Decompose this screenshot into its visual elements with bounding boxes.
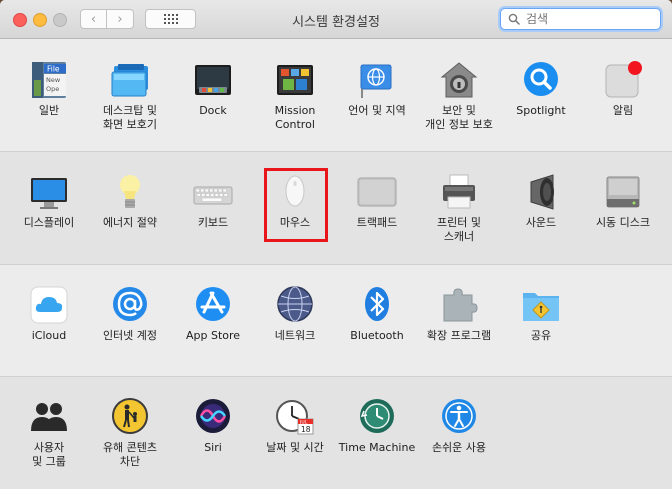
svg-text:18: 18	[301, 425, 311, 434]
keyboard-icon	[193, 172, 233, 212]
pane-siri[interactable]: Siri	[172, 397, 254, 455]
pane-label: Bluetooth	[350, 329, 404, 342]
pane-date-time[interactable]: JUL 18 날짜 및 시간	[254, 397, 336, 455]
pane-users-groups[interactable]: 사용자 및 그룹	[8, 397, 90, 469]
pane-internet-accounts[interactable]: 인터넷 계정	[89, 285, 171, 343]
pane-time-machine[interactable]: Time Machine	[336, 397, 418, 455]
pane-startup-disk[interactable]: 시동 디스크	[582, 172, 664, 230]
pane-label: 사운드	[525, 216, 557, 229]
pane-security-privacy[interactable]: 보안 및 개인 정보 보호	[418, 60, 500, 132]
pane-label: 키보드	[197, 216, 229, 229]
pane-bluetooth[interactable]: Bluetooth	[336, 285, 418, 343]
svg-text:File: File	[47, 65, 60, 74]
accessibility-icon	[439, 397, 479, 437]
pane-label: 프린터 및 스캐너	[437, 216, 481, 243]
bluetooth-icon	[357, 285, 397, 325]
pane-label: 사용자 및 그룹	[32, 441, 66, 468]
title-bar: ‹ › 시스템 환경설정	[0, 0, 672, 39]
hard-disk-icon	[603, 172, 643, 212]
pane-label: 트랙패드	[356, 216, 398, 229]
pane-label: Spotlight	[516, 104, 566, 117]
siri-icon	[193, 397, 233, 437]
pane-mission-control[interactable]: Mission Control	[254, 60, 336, 132]
pane-network[interactable]: 네트워크	[254, 285, 336, 343]
at-sign-icon	[110, 285, 150, 325]
pane-printers-scanners[interactable]: 프린터 및 스캐너	[418, 172, 500, 244]
pane-label: Dock	[199, 104, 227, 117]
pane-label: 언어 및 지역	[348, 104, 406, 117]
selection-highlight	[264, 168, 328, 242]
sharing-folder-icon	[521, 285, 561, 325]
pane-notifications[interactable]: 알림	[582, 60, 664, 118]
pane-energy-saver[interactable]: 에너지 절약	[89, 172, 171, 230]
pane-sharing[interactable]: 공유	[500, 285, 582, 343]
pane-label: 시동 디스크	[595, 216, 651, 229]
search-input[interactable]	[524, 11, 648, 27]
pane-label: 알림	[612, 104, 634, 117]
system-preferences-window: ‹ › 시스템 환경설정 Fi	[0, 0, 672, 489]
pane-label: 일반	[38, 104, 60, 117]
pane-label: Mission Control	[274, 104, 316, 131]
pane-label: 확장 프로그램	[426, 329, 492, 342]
search-icon	[508, 13, 520, 25]
clock-calendar-icon: JUL 18	[275, 397, 315, 437]
printer-icon	[439, 172, 479, 212]
house-lock-icon	[439, 60, 479, 100]
pane-label: 유해 콘텐츠 차단	[102, 441, 158, 468]
general-icon: File New Ope	[29, 60, 69, 100]
globe-flag-icon	[357, 60, 397, 100]
puzzle-icon	[439, 285, 479, 325]
spotlight-icon	[521, 60, 561, 100]
icloud-icon	[29, 285, 69, 325]
pane-displays[interactable]: 디스플레이	[8, 172, 90, 230]
notifications-icon	[603, 60, 643, 100]
pane-sound[interactable]: 사운드	[500, 172, 582, 230]
pane-language-region[interactable]: 언어 및 지역	[336, 60, 418, 118]
dock-icon	[193, 60, 233, 100]
pane-label: Siri	[204, 441, 222, 454]
pane-label: 보안 및 개인 정보 보호	[425, 104, 493, 131]
pane-desktop-screensaver[interactable]: 데스크탑 및 화면 보호기	[89, 60, 171, 132]
pane-label: 데스크탑 및 화면 보호기	[102, 104, 158, 131]
pane-label: 네트워크	[274, 329, 316, 342]
pane-keyboard[interactable]: 키보드	[172, 172, 254, 230]
desktop-screensaver-icon	[110, 60, 150, 100]
svg-text:Ope: Ope	[46, 85, 59, 93]
pane-icloud[interactable]: iCloud	[8, 285, 90, 343]
pane-general[interactable]: File New Ope 일반	[8, 60, 90, 118]
pane-trackpad[interactable]: 트랙패드	[336, 172, 418, 230]
pane-parental-controls[interactable]: 유해 콘텐츠 차단	[89, 397, 171, 469]
pane-accessibility[interactable]: 손쉬운 사용	[418, 397, 500, 455]
pane-app-store[interactable]: App Store	[172, 285, 254, 343]
mission-control-icon	[275, 60, 315, 100]
pane-label: 에너지 절약	[102, 216, 158, 229]
pane-label: 손쉬운 사용	[431, 441, 487, 454]
search-field[interactable]	[500, 8, 661, 30]
pane-dock[interactable]: Dock	[172, 60, 254, 118]
pane-spotlight[interactable]: Spotlight	[500, 60, 582, 118]
users-icon	[29, 397, 69, 437]
pane-label: Time Machine	[338, 441, 416, 454]
pane-label: 공유	[530, 329, 552, 342]
network-globe-icon	[275, 285, 315, 325]
lightbulb-icon	[110, 172, 150, 212]
pane-label: 날짜 및 시간	[266, 441, 324, 454]
pane-label: iCloud	[31, 329, 67, 342]
app-store-icon	[193, 285, 233, 325]
display-icon	[29, 172, 69, 212]
trackpad-icon	[357, 172, 397, 212]
pane-label: App Store	[185, 329, 241, 342]
pane-extensions[interactable]: 확장 프로그램	[418, 285, 500, 343]
pane-label: 디스플레이	[23, 216, 75, 229]
svg-text:New: New	[46, 76, 61, 84]
pane-label: 인터넷 계정	[102, 329, 158, 342]
time-machine-icon	[357, 397, 397, 437]
parental-controls-icon	[110, 397, 150, 437]
speaker-icon	[521, 172, 561, 212]
